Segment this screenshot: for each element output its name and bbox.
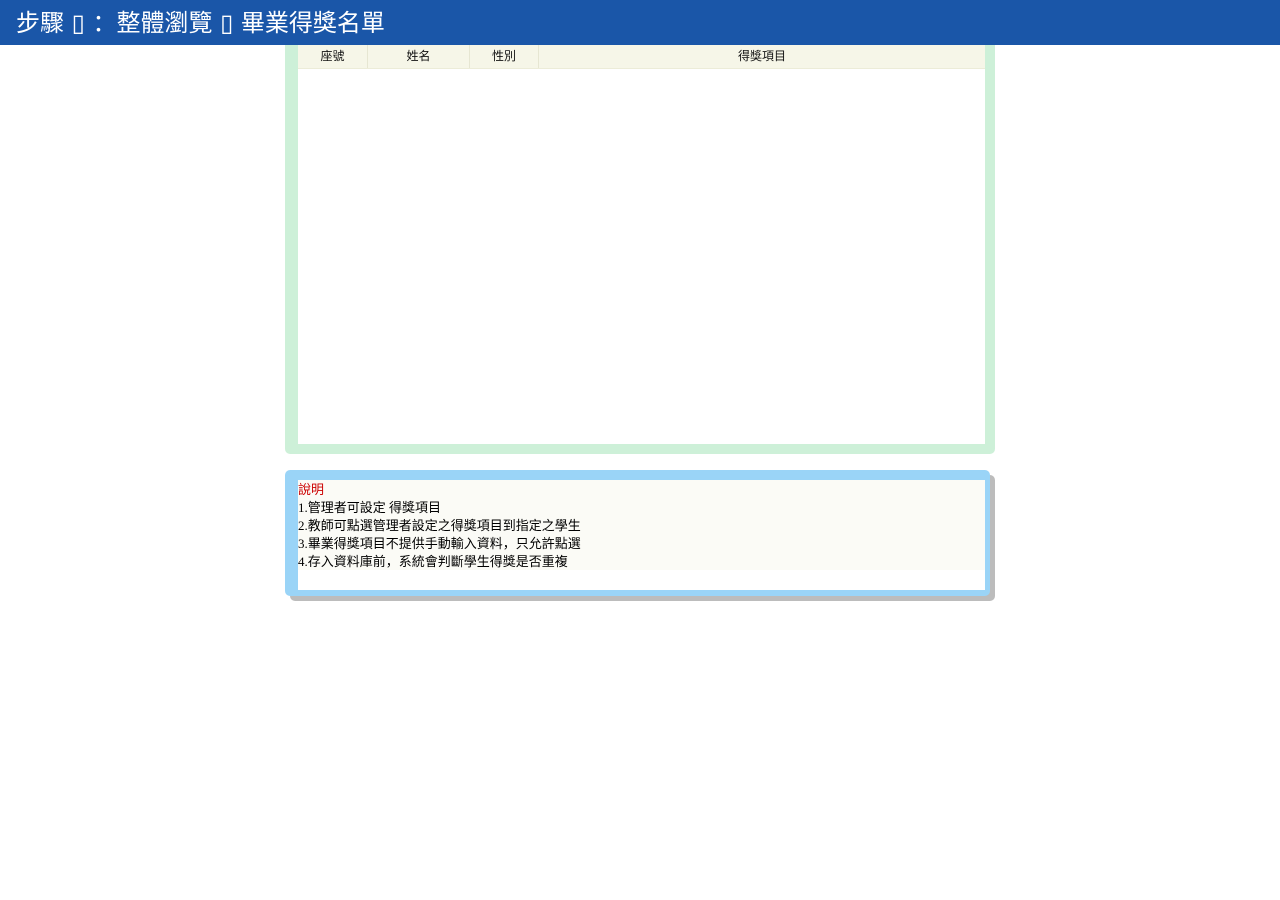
description-content: 說明 1.管理者可設定 得獎項目 2.教師可點選管理者設定之得獎項目到指定之學生… — [298, 480, 985, 570]
description-line-4: 4.存入資料庫前，系統會判斷學生得獎是否重複 — [298, 554, 568, 569]
grid-header-row: 座號 姓名 性別 得獎項目 — [298, 45, 985, 69]
grid-body — [298, 69, 985, 444]
page-title: 步驟 ▯ ：整體瀏覽 ▯ 畢業得獎名單 — [16, 9, 385, 37]
description-line-1: 1.管理者可設定 得獎項目 — [298, 500, 442, 515]
description-box: 說明 1.管理者可設定 得獎項目 2.教師可點選管理者設定之得獎項目到指定之學生… — [298, 480, 985, 590]
column-header-seat-number[interactable]: 座號 — [298, 45, 368, 68]
column-header-gender[interactable]: 性別 — [470, 45, 539, 68]
description-panel: 說明 1.管理者可設定 得獎項目 2.教師可點選管理者設定之得獎項目到指定之學生… — [285, 470, 995, 601]
header-bar: 步驟 ▯ ：整體瀏覽 ▯ 畢業得獎名單 — [0, 0, 1280, 45]
award-grid: 座號 姓名 性別 得獎項目 — [298, 45, 985, 444]
column-header-name[interactable]: 姓名 — [368, 45, 470, 68]
description-title: 說明 — [298, 482, 325, 497]
award-grid-panel: 座號 姓名 性別 得獎項目 — [285, 45, 995, 454]
description-line-2: 2.教師可點選管理者設定之得獎項目到指定之學生 — [298, 518, 581, 533]
column-header-award-item[interactable]: 得獎項目 — [539, 45, 985, 68]
description-line-3: 3.畢業得獎項目不提供手動輸入資料，只允許點選 — [298, 536, 581, 551]
